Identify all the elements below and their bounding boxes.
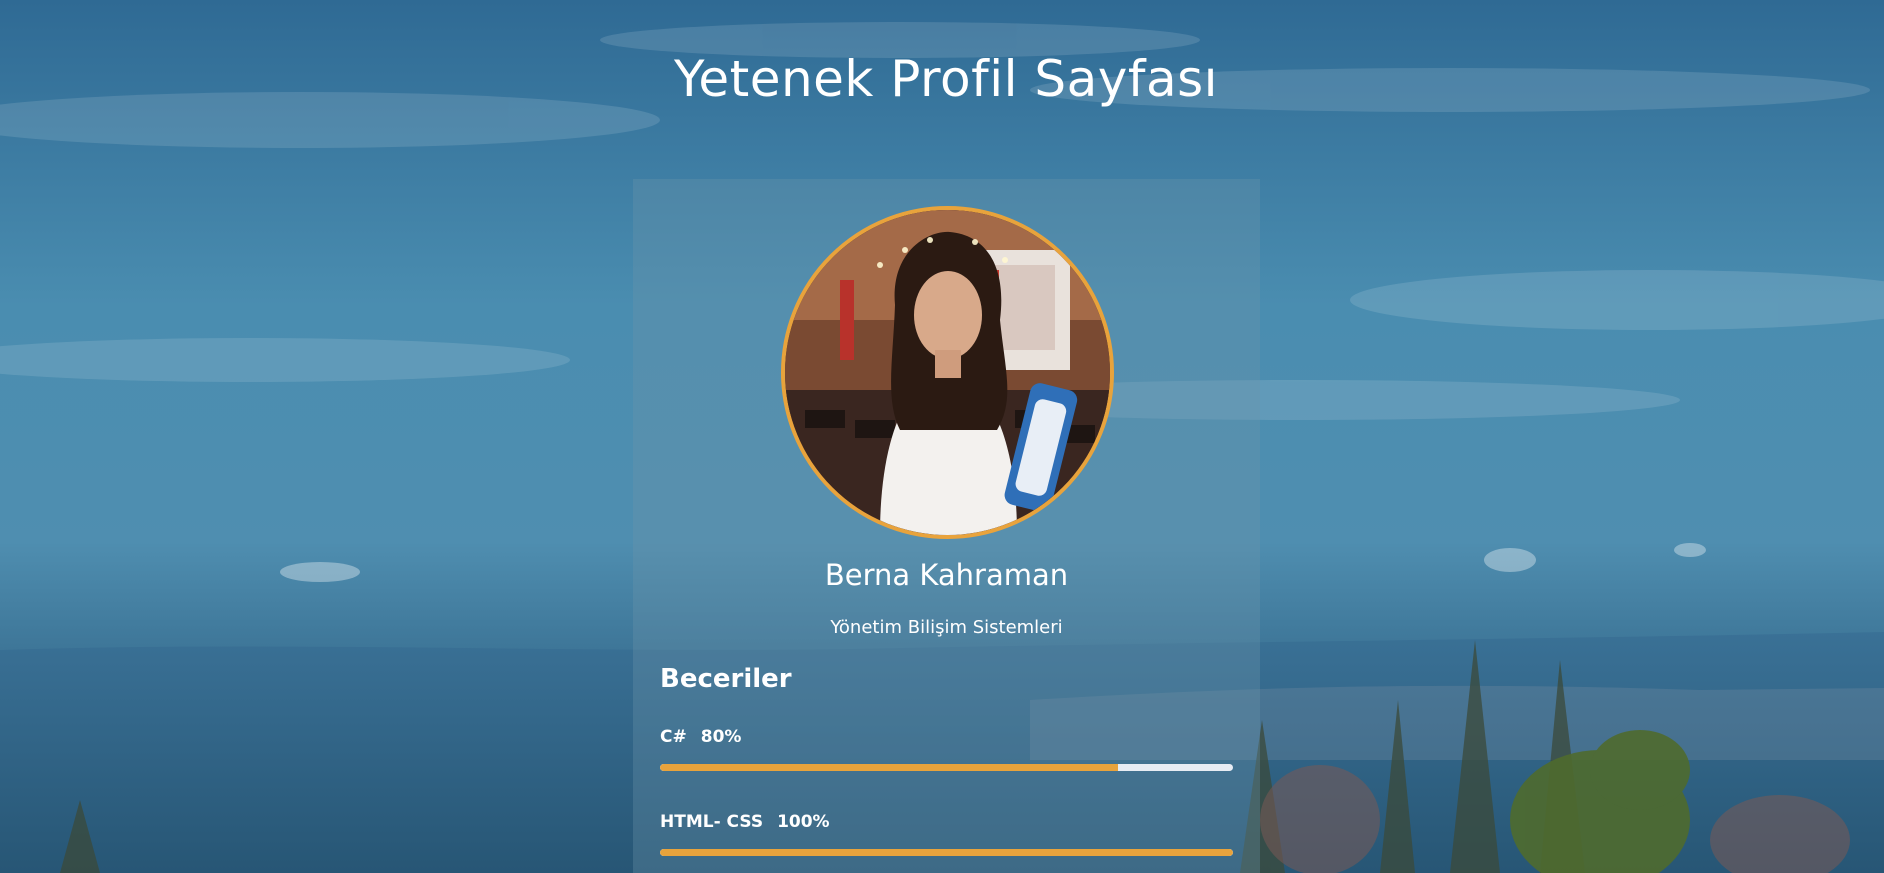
skill-progress-fill	[660, 764, 1119, 771]
skill-percent: 80%	[700, 727, 742, 747]
page-title: Yetenek Profil Sayfası	[673, 50, 1219, 108]
skill-label: C# 80%	[660, 725, 1233, 749]
skills-heading: Beceriler	[660, 664, 792, 694]
skill-csharp: C# 80%	[660, 725, 1233, 771]
skill-html-css: HTML- CSS 100%	[660, 810, 1233, 856]
profile-department: Yönetim Bilişim Sistemleri	[830, 617, 1063, 638]
skill-progress-track	[660, 849, 1233, 856]
skill-progress-track	[660, 764, 1233, 771]
profile-name: Berna Kahraman	[824, 558, 1069, 592]
profile-photo	[781, 206, 1114, 539]
skill-percent: 100%	[777, 812, 830, 832]
skill-label: HTML- CSS 100%	[660, 810, 1233, 834]
skill-name: HTML- CSS	[660, 812, 764, 832]
skill-progress-fill	[660, 849, 1233, 856]
skill-name: C#	[660, 727, 687, 747]
profile-card: Berna Kahraman Yönetim Bilişim Sistemler…	[633, 179, 1260, 873]
